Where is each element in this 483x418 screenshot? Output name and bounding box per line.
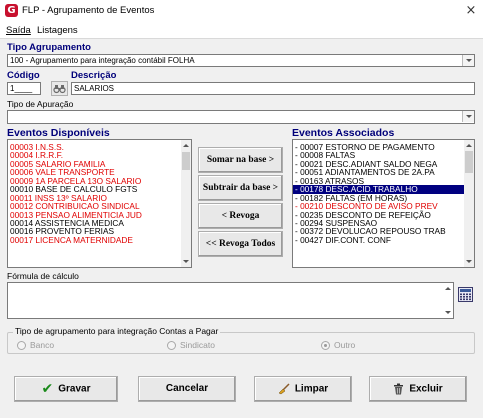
tipo-agrupamento-select[interactable]: 100 - Agrupamento para integração contáb… — [7, 54, 475, 67]
calculator-icon[interactable] — [458, 287, 473, 302]
integracao-legend: Tipo de agrupamento para integração Cont… — [13, 326, 221, 336]
formula-scrollbar[interactable] — [443, 283, 453, 318]
revoga-todos-button[interactable]: << Revoga Todos — [198, 231, 283, 257]
disponiveis-scrollbar[interactable] — [181, 140, 191, 267]
eventos-associados-list[interactable]: - 00007 ESTORNO DE PAGAMENTO - 00008 FALT… — [292, 139, 475, 268]
tipo-apuracao-select[interactable] — [7, 110, 475, 124]
formula-label: Fórmula de cálculo — [7, 271, 79, 281]
cancelar-button[interactable]: Cancelar — [138, 376, 236, 402]
radio-sindicato-label: Sindicato — [180, 340, 215, 350]
scroll-up-icon[interactable] — [181, 140, 191, 150]
menu-listagens[interactable]: Listagens — [37, 25, 78, 36]
broom-icon — [278, 377, 290, 401]
formula-textarea[interactable] — [7, 282, 454, 319]
menu-saida[interactable]: Saída — [6, 25, 31, 36]
somar-button[interactable]: Somar na base > — [198, 147, 283, 173]
list-item[interactable]: - 00427 DIF.CONT. CONF — [293, 235, 474, 244]
descricao-input[interactable]: SALARIOS — [71, 82, 475, 95]
menu-saida-label: Saída — [6, 25, 31, 36]
gravar-button[interactable]: ✔ Gravar — [14, 376, 118, 402]
scroll-up-icon[interactable] — [464, 140, 474, 150]
limpar-button[interactable]: Limpar — [254, 376, 352, 402]
eventos-associados-label: Eventos Associados — [292, 127, 395, 139]
codigo-input[interactable]: 1____ — [7, 82, 41, 95]
revoga-button[interactable]: < Revoga — [198, 203, 283, 229]
eventos-disponiveis-list[interactable]: 00003 I.N.S.S. 00004 I.R.R.F. 00005 SALARI… — [7, 139, 192, 268]
scroll-down-icon[interactable] — [464, 257, 474, 267]
codigo-label: Código — [7, 70, 40, 81]
codigo-value: 1____ — [10, 84, 33, 93]
trash-icon — [393, 377, 404, 401]
chevron-down-icon[interactable] — [462, 111, 474, 122]
gravar-label: Gravar — [58, 383, 91, 395]
menu-listagens-label: Listagens — [37, 25, 78, 36]
subtrair-button[interactable]: Subtrair da base > — [198, 175, 283, 201]
tipo-agrupamento-value: 100 - Agrupamento para integração contáb… — [10, 56, 195, 65]
descricao-value: SALARIOS — [74, 84, 115, 93]
scroll-down-icon[interactable] — [181, 257, 191, 267]
radio-banco-label: Banco — [30, 340, 55, 350]
radio-sindicato[interactable] — [167, 341, 176, 350]
limpar-label: Limpar — [294, 383, 329, 395]
close-icon[interactable]: × — [462, 2, 480, 20]
scroll-thumb[interactable] — [465, 151, 473, 173]
radio-outro-label: Outro — [334, 340, 356, 350]
cancelar-label: Cancelar — [165, 383, 209, 394]
check-icon: ✔ — [41, 381, 54, 397]
list-item[interactable]: 00017 LICENCA MATERNIDADE — [8, 235, 191, 244]
radio-banco[interactable] — [17, 341, 26, 350]
window-title: FLP - Agrupamento de Eventos — [22, 5, 155, 16]
eventos-disponiveis-label: Eventos Disponíveis — [7, 127, 110, 139]
binoculars-icon[interactable] — [51, 81, 68, 96]
scroll-down-icon[interactable] — [443, 308, 453, 318]
excluir-label: Excluir — [409, 383, 443, 395]
chevron-down-icon[interactable] — [462, 55, 474, 66]
descricao-label: Descrição — [71, 70, 117, 81]
scroll-up-icon[interactable] — [443, 283, 453, 293]
tipo-agrupamento-label: Tipo Agrupamento — [7, 42, 91, 53]
scroll-thumb[interactable] — [182, 152, 190, 170]
radio-outro[interactable] — [321, 341, 330, 350]
tipo-apuracao-label: Tipo de Apuração — [7, 99, 74, 109]
excluir-button[interactable]: Excluir — [369, 376, 467, 402]
associados-scrollbar[interactable] — [464, 140, 474, 267]
app-icon: G — [5, 4, 18, 17]
